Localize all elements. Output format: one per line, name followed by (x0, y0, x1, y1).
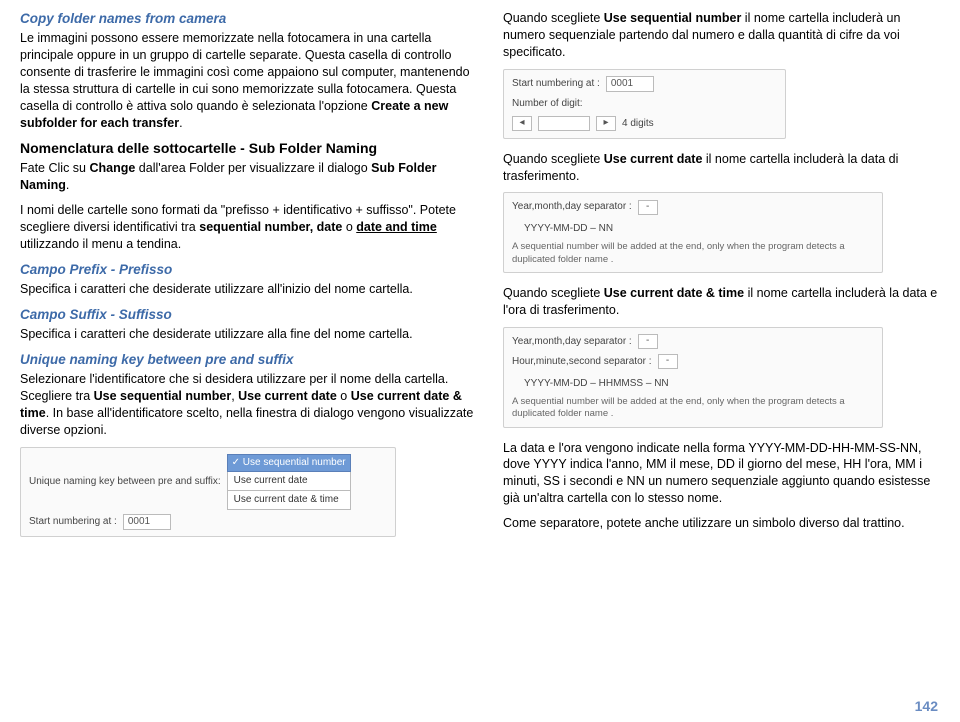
panel-row: Unique naming key between pre and suffix… (29, 454, 387, 510)
note-seq-dup: A sequential number will be added at the… (512, 241, 874, 266)
heading-nomenclatura: Nomenclatura delle sottocartelle - Sub F… (20, 139, 479, 158)
label-digits-value: 4 digits (622, 116, 654, 132)
para-current-datetime: Quando scegliete Use current date & time… (503, 285, 944, 319)
text: Quando scegliete (503, 286, 604, 300)
heading-copy-folder: Copy folder names from camera (20, 10, 479, 28)
text-bold: Use current date (238, 389, 337, 403)
stepper-up-icon[interactable]: ▸ (596, 116, 616, 131)
text-bold: Change (89, 161, 135, 175)
text: o (342, 220, 356, 234)
text: . (179, 116, 182, 130)
para-prefix: Specifica i caratteri che desiderate uti… (20, 281, 479, 298)
para-identifiers: I nomi delle cartelle sono formati da "p… (20, 202, 479, 253)
para-current-date: Quando scegliete Use current date il nom… (503, 151, 944, 185)
text-bold: Use sequential number (94, 389, 232, 403)
panel-row: Year,month,day separator : - (512, 334, 874, 350)
para-seq-number: Quando scegliete Use sequential number i… (503, 10, 944, 61)
para-separator-note: Come separatore, potete anche utilizzare… (503, 515, 944, 532)
panel-row: Start numbering at : 0001 (512, 76, 777, 92)
para-unique-key: Selezionare l'identificatore che si desi… (20, 371, 479, 439)
text: Fate Clic su (20, 161, 89, 175)
text: . (66, 178, 69, 192)
field-hms-sep[interactable]: - (658, 354, 678, 369)
heading-prefix: Campo Prefix - Prefisso (20, 261, 479, 279)
label-start-numbering: Start numbering at : (512, 76, 600, 92)
field-ymd-sep[interactable]: - (638, 200, 658, 215)
para-change: Fate Clic su Change dall'area Folder per… (20, 160, 479, 194)
label-start-numbering: Start numbering at : (29, 514, 117, 530)
panel-sequential: Start numbering at : 0001 Number of digi… (503, 69, 786, 139)
right-column: Quando scegliete Use sequential number i… (503, 10, 944, 718)
field-start-numbering[interactable]: 0001 (123, 514, 171, 530)
text: . In base all'identificatore scelto, nel… (20, 406, 473, 437)
page-root: Copy folder names from camera Le immagin… (0, 0, 960, 722)
heading-suffix: Campo Suffix - Suffisso (20, 306, 479, 324)
progress-bar (538, 116, 590, 131)
label-date-pattern: YYYY-MM-DD – NN (512, 221, 613, 237)
panel-row: Start numbering at : 0001 (29, 514, 387, 530)
panel-date: Year,month,day separator : - YYYY-MM-DD … (503, 192, 883, 273)
panel-datetime: Year,month,day separator : - Hour,minute… (503, 327, 883, 428)
panel-row: Year,month,day separator : - (512, 199, 874, 215)
text-bold: Use current date & time (604, 286, 744, 300)
text-bold: Use current date (604, 152, 703, 166)
dropdown-selected[interactable]: ✓ Use sequential number (227, 454, 351, 472)
text: dall'area Folder per visualizzare il dia… (135, 161, 371, 175)
dropdown-option[interactable]: Use current date (227, 471, 351, 491)
stepper-down-icon[interactable]: ◂ (512, 116, 532, 131)
field-start-numbering[interactable]: 0001 (606, 76, 654, 92)
text: utilizzando il menu a tendina. (20, 237, 181, 251)
dropdown-option[interactable]: Use current date & time (227, 490, 351, 510)
label-num-digits: Number of digit: (512, 96, 583, 112)
label-hms-sep: Hour,minute,second separator : (512, 354, 652, 370)
para-date-format-desc: La data e l'ora vengono indicate nella f… (503, 440, 944, 508)
note-seq-dup: A sequential number will be added at the… (512, 396, 874, 421)
panel-row: Hour,minute,second separator : - (512, 354, 874, 370)
heading-unique-key: Unique naming key between pre and suffix (20, 351, 479, 369)
para-copy-folder: Le immagini possono essere memorizzate n… (20, 30, 479, 131)
text-bold: sequential number, date (199, 220, 342, 234)
panel-unique-key-dropdown: Unique naming key between pre and suffix… (20, 447, 396, 537)
label-ymd-sep: Year,month,day separator : (512, 199, 632, 215)
text-bold-underline: date and time (356, 220, 437, 234)
panel-row: YYYY-MM-DD – HHMMSS – NN (512, 376, 874, 392)
label-unique-key: Unique naming key between pre and suffix… (29, 474, 221, 490)
panel-row: YYYY-MM-DD – NN (512, 221, 874, 237)
text-bold: Use sequential number (604, 11, 742, 25)
field-ymd-sep[interactable]: - (638, 334, 658, 349)
panel-row: ◂ ▸ 4 digits (512, 116, 777, 132)
text: o (337, 389, 351, 403)
label-datetime-pattern: YYYY-MM-DD – HHMMSS – NN (512, 376, 669, 392)
para-suffix: Specifica i caratteri che desiderate uti… (20, 326, 479, 343)
page-number: 142 (915, 697, 938, 716)
left-column: Copy folder names from camera Le immagin… (20, 10, 479, 718)
text: Quando scegliete (503, 152, 604, 166)
panel-row: Number of digit: (512, 96, 777, 112)
label-ymd-sep: Year,month,day separator : (512, 334, 632, 350)
text: Quando scegliete (503, 11, 604, 25)
